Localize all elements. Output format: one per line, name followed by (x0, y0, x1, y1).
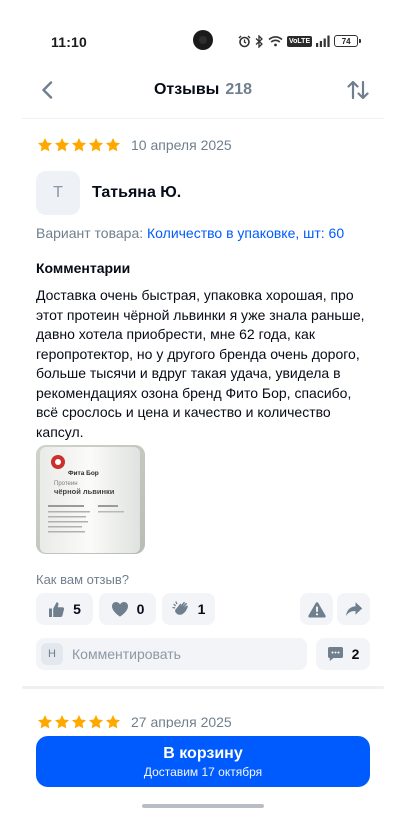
commenter-avatar: Н (41, 643, 63, 665)
author-name[interactable]: Татьяна Ю. (92, 184, 181, 202)
share-arrow-icon (345, 602, 362, 616)
battery-level: 74 (341, 36, 351, 46)
bottom-bar: В корзину Доставим 17 октября (0, 728, 406, 836)
review-divider (22, 686, 384, 689)
warning-icon (307, 601, 326, 617)
front-camera (193, 30, 213, 50)
comment-row: Н Комментировать 2 (36, 638, 370, 671)
star-icon (38, 138, 52, 152)
product-variant: Вариант товара: Количество в упаковке, ш… (36, 225, 344, 241)
clap-button[interactable]: 1 (162, 593, 215, 625)
author-avatar: Т (36, 171, 80, 215)
review-feedback-question: Как вам отзыв? (36, 572, 129, 587)
reviews-count: 218 (225, 81, 253, 98)
photo-brand: Фита Бор (68, 470, 99, 477)
sort-arrows-icon (347, 80, 369, 100)
like-count: 5 (73, 601, 81, 617)
thumbs-up-icon (49, 601, 65, 617)
home-indicator[interactable] (142, 804, 264, 808)
chat-bubble-icon (327, 647, 343, 661)
header-divider (22, 118, 384, 119)
heart-button[interactable]: 0 (99, 593, 156, 625)
star-icon (106, 138, 120, 152)
clap-count: 1 (197, 601, 206, 617)
comment-placeholder: Комментировать (72, 646, 181, 662)
star-icon (72, 138, 86, 152)
cart-button-label: В корзину (163, 744, 243, 762)
review-text: Доставка очень быстрая, упаковка хорошая… (36, 287, 365, 440)
share-button[interactable] (337, 593, 370, 625)
heart-icon (111, 602, 128, 617)
status-icons: VoLTE 74 (238, 34, 362, 48)
comments-button[interactable]: 2 (316, 638, 370, 670)
status-bar: 11:10 VoLTE 74 (0, 0, 406, 80)
clap-icon (171, 601, 188, 615)
product-photo-image: Фита Бор Протеин чёрной львинки (36, 445, 145, 554)
comment-input[interactable]: Н Комментировать (36, 638, 307, 670)
page-title-text: Отзывы (153, 81, 220, 98)
reaction-row: 5 0 1 (36, 593, 370, 627)
review-photo[interactable]: Фита Бор Протеин чёрной львинки (36, 445, 145, 554)
add-to-cart-button[interactable]: В корзину Доставим 17 октября (36, 736, 370, 787)
like-button[interactable]: 5 (36, 593, 93, 625)
star-icon (89, 138, 103, 152)
star-icon (55, 138, 69, 152)
heart-count: 0 (136, 601, 145, 617)
header: Отзывы 218 (0, 70, 406, 110)
review-date: 10 апреля 2025 (131, 137, 232, 153)
rating-stars (37, 137, 121, 153)
signal-icon (316, 35, 330, 47)
review-meta: 10 апреля 2025 (37, 137, 232, 153)
alarm-icon (238, 35, 251, 47)
variant-label: Вариант товара: (36, 225, 144, 241)
comments-heading: Комментарии (36, 260, 131, 276)
variant-link[interactable]: Количество в упаковке, шт: 60 (147, 225, 344, 241)
battery-icon: 74 (334, 35, 362, 47)
wifi-icon (268, 36, 283, 47)
bluetooth-icon (255, 34, 263, 48)
comments-count: 2 (351, 646, 360, 662)
photo-line2: чёрной львинки (54, 487, 115, 496)
status-time: 11:10 (51, 34, 88, 50)
delivery-date: Доставим 17 октября (143, 764, 263, 779)
volte-badge: VoLTE (287, 35, 313, 47)
sort-button[interactable] (346, 78, 370, 102)
report-button[interactable] (300, 593, 333, 625)
